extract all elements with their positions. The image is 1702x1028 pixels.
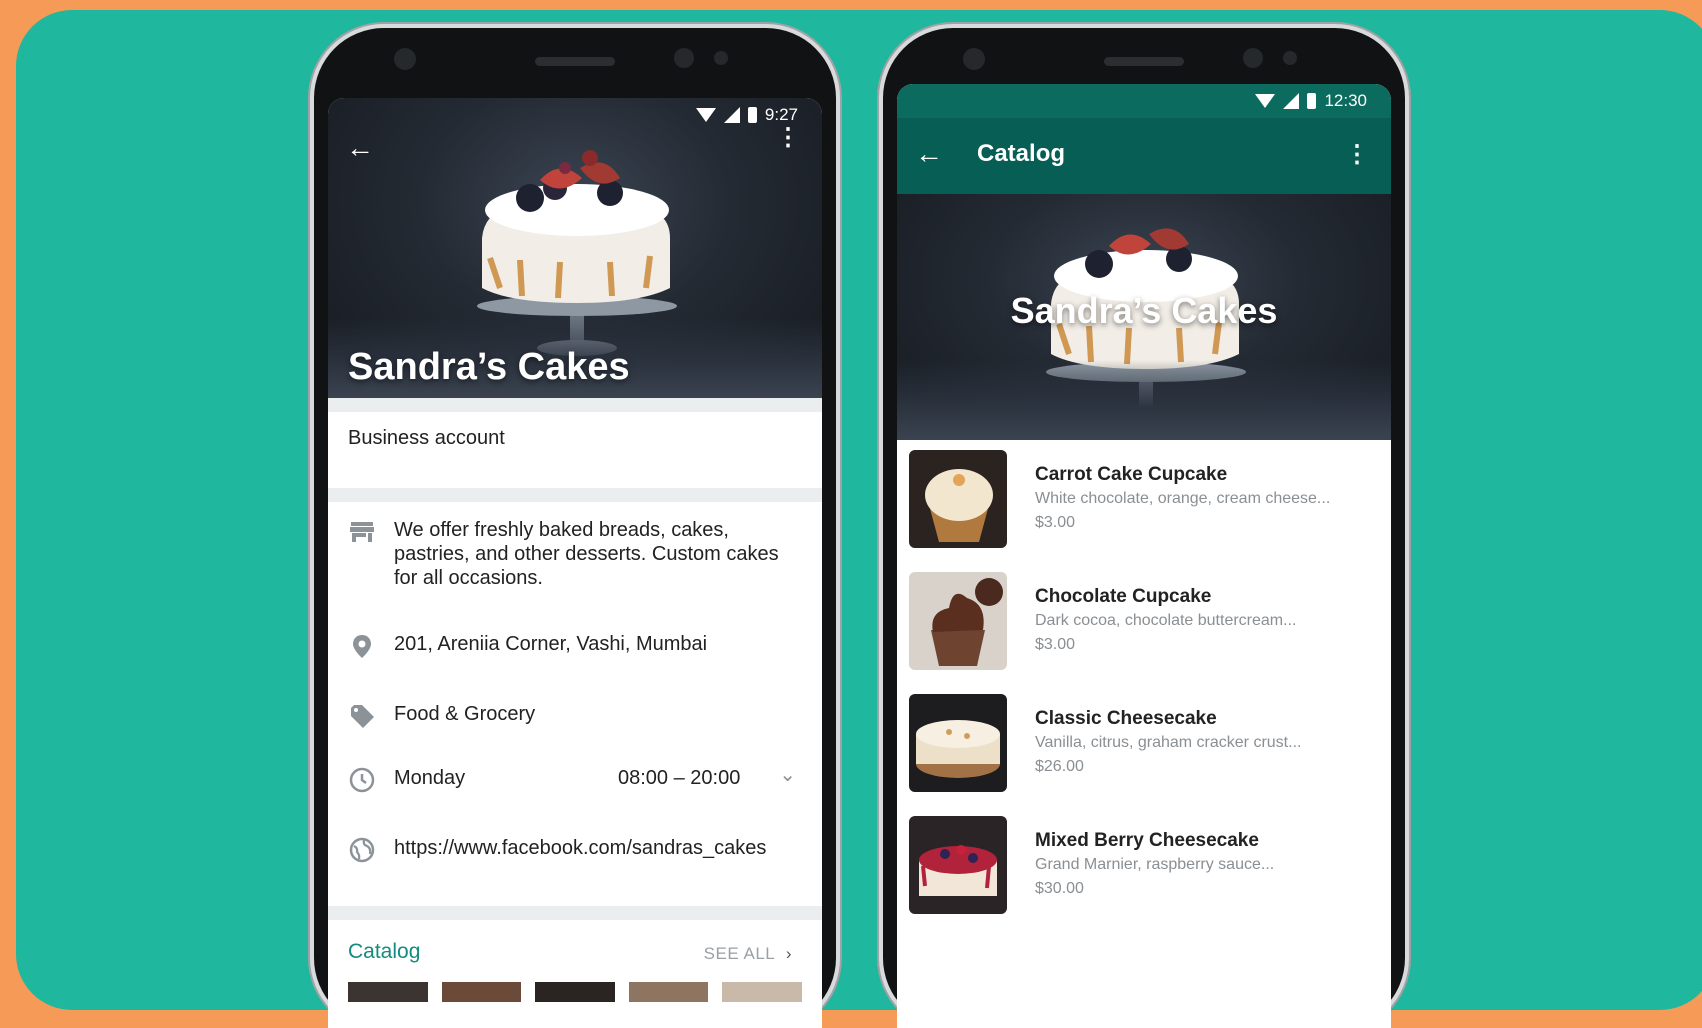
item-price: $26.00 xyxy=(1035,758,1084,775)
hours-day: Monday xyxy=(394,767,466,789)
left-screen: 9:27 ← ⋮ Sandra’s Cakes Business account… xyxy=(328,98,822,1028)
phone-sensor xyxy=(714,51,728,65)
phone-speaker xyxy=(1104,57,1184,66)
more-options-icon[interactable]: ⋮ xyxy=(776,126,800,150)
item-price: $3.00 xyxy=(1035,514,1076,531)
item-description: White chocolate, orange, cream cheese... xyxy=(1035,490,1331,507)
location-pin-icon xyxy=(353,635,371,658)
more-options-icon[interactable]: ⋮ xyxy=(1345,140,1369,169)
globe-icon xyxy=(349,837,375,863)
status-time: 9:27 xyxy=(764,105,798,124)
catalog-business-name: Sandra’s Cakes xyxy=(1010,290,1278,331)
business-description: We offer freshly baked breads, cakes, pa… xyxy=(394,519,779,589)
tag-icon xyxy=(351,705,374,728)
catalog-section-title: Catalog xyxy=(348,940,421,963)
item-name: Carrot Cake Cupcake xyxy=(1035,464,1228,485)
phone-sensor xyxy=(1243,48,1263,68)
catalog-header-image: Sandra’s Cakes xyxy=(897,194,1391,440)
store-icon xyxy=(350,522,374,542)
status-bar: 9:27 xyxy=(328,98,822,132)
catalog-thumbnail[interactable] xyxy=(441,982,522,1002)
left-phone: 9:27 ← ⋮ Sandra’s Cakes Business account… xyxy=(314,28,836,1028)
website-row[interactable]: https://www.facebook.com/sandras_cakes xyxy=(328,836,822,872)
item-price: $30.00 xyxy=(1035,880,1084,897)
category-label: Food & Grocery xyxy=(394,703,536,725)
carrot-cupcake-image xyxy=(909,450,1007,548)
divider xyxy=(328,488,822,502)
catalog-item[interactable]: Carrot Cake Cupcake White chocolate, ora… xyxy=(897,450,1391,568)
catalog-thumbnails xyxy=(348,982,802,1002)
battery-icon xyxy=(1307,93,1317,109)
back-arrow-icon[interactable]: ← xyxy=(915,138,943,170)
hours-row[interactable]: Monday 08:00 – 20:00 ⌄ xyxy=(328,764,822,802)
hours-time: 08:00 – 20:00 xyxy=(618,767,741,789)
item-description: Vanilla, citrus, graham cracker crust... xyxy=(1035,734,1302,751)
item-name: Classic Cheesecake xyxy=(1035,708,1217,729)
phone-camera xyxy=(963,48,985,70)
right-screen: 12:30 ← Catalog ⋮ Sandra’s Cakes Carrot … xyxy=(897,84,1391,1028)
appbar-title: Catalog xyxy=(977,140,1066,167)
business-account-row: Business account xyxy=(328,426,822,466)
right-phone: 12:30 ← Catalog ⋮ Sandra’s Cakes Carrot … xyxy=(883,28,1405,1028)
status-time: 12:30 xyxy=(1324,91,1367,110)
chocolate-cupcake-image xyxy=(909,572,1007,670)
item-description: Grand Marnier, raspberry sauce... xyxy=(1035,856,1275,873)
app-bar: ← Catalog ⋮ xyxy=(897,118,1391,194)
background-panel xyxy=(16,10,1702,1010)
phone-sensor xyxy=(1283,51,1297,65)
website-link[interactable]: https://www.facebook.com/sandras_cakes xyxy=(394,836,802,860)
chevron-right-icon: › xyxy=(785,944,792,963)
status-bar: 12:30 xyxy=(897,84,1391,118)
category-row: Food & Grocery xyxy=(328,702,822,738)
business-account-label: Business account xyxy=(348,427,505,449)
wifi-icon xyxy=(695,108,716,122)
item-description: Dark cocoa, chocolate buttercream... xyxy=(1035,612,1297,629)
address-link[interactable]: 201, Areniia Corner, Vashi, Mumbai xyxy=(394,632,802,656)
item-name: Mixed Berry Cheesecake xyxy=(1035,830,1259,851)
catalog-thumbnail[interactable] xyxy=(535,982,615,1002)
divider xyxy=(328,906,822,920)
business-name: Sandra’s Cakes xyxy=(348,346,630,388)
description-row: We offer freshly baked breads, cakes, pa… xyxy=(328,518,822,598)
signal-icon xyxy=(723,107,740,123)
signal-icon xyxy=(1283,93,1300,109)
catalog-item[interactable]: Chocolate Cupcake Dark cocoa, chocolate … xyxy=(897,572,1391,690)
battery-icon xyxy=(747,107,757,123)
catalog-item[interactable]: Classic Cheesecake Vanilla, citrus, grah… xyxy=(897,694,1391,812)
see-all-label: SEE ALL xyxy=(703,944,775,963)
clock-icon xyxy=(349,767,375,793)
tablecloth xyxy=(897,360,1391,440)
phone-sensor xyxy=(674,48,694,68)
chevron-down-icon[interactable]: ⌄ xyxy=(779,762,796,787)
phone-speaker xyxy=(535,57,615,66)
item-price: $3.00 xyxy=(1035,636,1076,653)
back-arrow-icon[interactable]: ← xyxy=(346,132,374,164)
catalog-thumbnail[interactable] xyxy=(348,982,428,1002)
catalog-thumbnail[interactable] xyxy=(628,982,709,1002)
catalog-thumbnail[interactable] xyxy=(722,982,802,1002)
see-all-button[interactable]: SEE ALL › xyxy=(704,944,792,964)
phone-camera xyxy=(394,48,416,70)
berry-cheesecake-image xyxy=(909,816,1007,914)
classic-cheesecake-image xyxy=(909,694,1007,792)
address-row[interactable]: 201, Areniia Corner, Vashi, Mumbai xyxy=(328,632,822,668)
divider xyxy=(328,398,822,412)
catalog-item[interactable]: Mixed Berry Cheesecake Grand Marnier, ra… xyxy=(897,816,1391,934)
item-name: Chocolate Cupcake xyxy=(1035,586,1212,607)
wifi-icon xyxy=(1255,94,1276,108)
